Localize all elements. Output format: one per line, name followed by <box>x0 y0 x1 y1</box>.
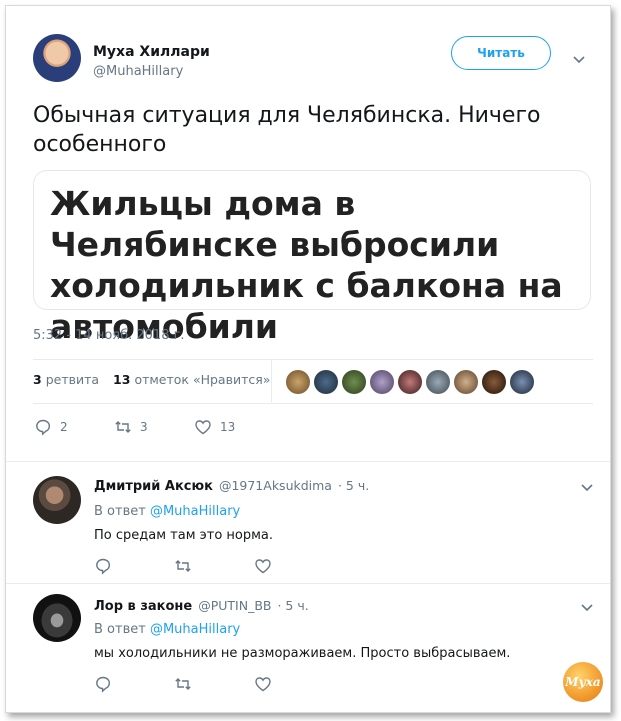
retweets-label[interactable]: ретвита <box>46 372 99 387</box>
retweet-icon <box>115 421 131 433</box>
reply-header: Лор в законе @PUTIN_BB · 5 ч. <box>94 598 309 614</box>
reply-to-link[interactable]: @MuhaHillary <box>150 622 240 637</box>
retweet-icon <box>175 560 191 572</box>
author-avatar[interactable] <box>33 34 81 82</box>
reply-time[interactable]: · 5 ч. <box>277 598 308 613</box>
tweet-stats: 3 ретвита 13 отметок «Нравится» <box>33 372 270 387</box>
retweet-action[interactable] <box>174 557 192 575</box>
reply-to-line: В ответ @MuhaHillary <box>94 504 240 519</box>
divider <box>6 583 610 584</box>
retweets-count[interactable]: 3 <box>33 372 42 387</box>
watermark-text: Муха <box>565 675 601 689</box>
reply-text: По средам там это норма. <box>94 528 274 543</box>
reply-to-prefix: В ответ <box>94 622 146 637</box>
chevron-down-icon[interactable] <box>580 603 594 613</box>
reply-author-handle[interactable]: @PUTIN_BB <box>198 598 271 613</box>
reply-avatar[interactable] <box>33 594 81 642</box>
reply-to-line: В ответ @MuhaHillary <box>94 622 240 637</box>
stats-separator <box>271 360 272 402</box>
liker-avatar[interactable] <box>314 370 338 394</box>
quote-headline: Жильцы дома в Челябинске выбросили холод… <box>50 184 563 346</box>
liker-avatar[interactable] <box>510 370 534 394</box>
tweet-text: Обычная ситуация для Челябинска. Ничего … <box>33 103 541 157</box>
reply-avatar[interactable] <box>33 476 81 524</box>
follow-button[interactable]: Читать <box>451 36 551 70</box>
chevron-down-icon[interactable] <box>580 483 594 493</box>
reply-author-name[interactable]: Лор в законе <box>94 599 192 614</box>
watermark-logo: Муха <box>563 662 603 702</box>
reply-to-link[interactable]: @MuhaHillary <box>150 504 240 519</box>
reply-count: 2 <box>60 420 68 434</box>
liker-avatar[interactable] <box>286 370 310 394</box>
reply-to-prefix: В ответ <box>94 504 146 519</box>
reply-icon <box>36 419 51 436</box>
like-icon <box>255 677 271 692</box>
divider <box>33 403 593 404</box>
like-icon <box>195 420 211 435</box>
likes-count[interactable]: 13 <box>113 372 130 387</box>
likes-label[interactable]: отметок «Нравится» <box>134 372 270 387</box>
reply-icon <box>96 676 111 693</box>
retweet-icon <box>175 678 191 690</box>
like-icon <box>255 559 271 574</box>
reply-action[interactable] <box>94 557 112 575</box>
like-action[interactable] <box>254 675 272 693</box>
liker-avatar[interactable] <box>370 370 394 394</box>
reply-header: Дмитрий Аксюк @1971Aksukdima · 5 ч. <box>94 478 369 494</box>
retweet-count: 3 <box>140 420 148 434</box>
liker-avatar[interactable] <box>398 370 422 394</box>
liker-avatar[interactable] <box>426 370 450 394</box>
retweet-action[interactable]: 3 <box>114 418 148 436</box>
reply-action[interactable]: 2 <box>34 418 68 436</box>
reply-icon <box>96 558 111 575</box>
like-count: 13 <box>220 420 236 434</box>
author-name[interactable]: Муха Хиллари <box>93 44 210 60</box>
divider <box>33 359 593 360</box>
author-handle[interactable]: @MuhaHillary <box>93 64 183 79</box>
reply-author-name[interactable]: Дмитрий Аксюк <box>94 479 213 494</box>
reply-text: мы холодильники не размораживаем. Просто… <box>94 646 511 661</box>
reply-action[interactable] <box>94 675 112 693</box>
reply-author-handle[interactable]: @1971Aksukdima <box>219 478 332 493</box>
liker-avatar[interactable] <box>482 370 506 394</box>
like-action[interactable] <box>254 557 272 575</box>
retweet-action[interactable] <box>174 675 192 693</box>
tweet-screenshot: Муха Хиллари @MuhaHillary Читать Обычная… <box>5 5 611 713</box>
chevron-down-icon[interactable] <box>572 55 586 65</box>
quote-card[interactable]: Жильцы дома в Челябинске выбросили холод… <box>33 170 591 346</box>
liker-avatar[interactable] <box>342 370 366 394</box>
like-action[interactable]: 13 <box>194 418 235 436</box>
tweet-timestamp[interactable]: 5:32 - 14 нояб. 2018 г. <box>33 328 185 343</box>
reply-time[interactable]: · 5 ч. <box>338 478 369 493</box>
liker-avatar[interactable] <box>454 370 478 394</box>
follow-button-label: Читать <box>477 46 525 60</box>
divider <box>6 461 610 462</box>
